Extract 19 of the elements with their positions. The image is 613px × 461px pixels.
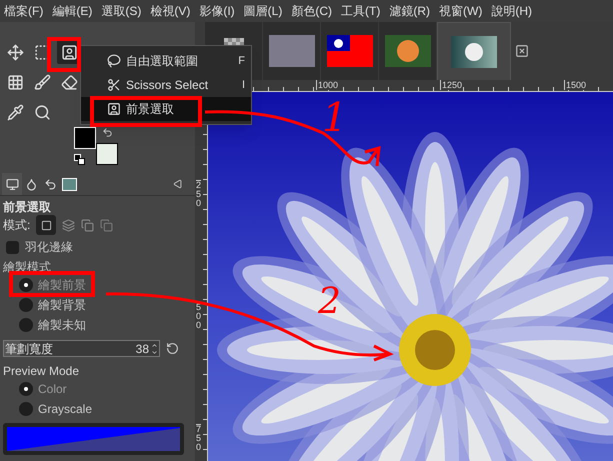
ruler-label: 500 xyxy=(196,302,201,330)
radio-label: Grayscale xyxy=(38,401,92,418)
radio-label: 繪製前景 xyxy=(38,277,86,294)
ruler-label: 1250 xyxy=(440,80,462,90)
slider-label: 筆劃寬度 xyxy=(4,340,53,358)
radio-label: 繪製背景 xyxy=(38,297,86,314)
section-label: Preview Mode xyxy=(3,363,80,379)
annotation-number: 1 xyxy=(322,94,348,143)
ruler-label: 1000 xyxy=(316,80,338,90)
radio-label: 繪製未知 xyxy=(38,317,86,334)
ruler-label: 250 xyxy=(196,180,201,208)
mode-label: 模式: xyxy=(3,217,30,234)
radio-label: Color xyxy=(38,381,67,398)
annotation-number: 2 xyxy=(318,282,341,322)
panel-title: 前景選取 xyxy=(3,199,52,214)
checkbox-label: 羽化邊緣 xyxy=(25,239,73,256)
ruler-label: 750 xyxy=(196,424,201,452)
ruler-label: 1500 xyxy=(564,80,586,90)
slider-value: 38 xyxy=(136,340,150,358)
